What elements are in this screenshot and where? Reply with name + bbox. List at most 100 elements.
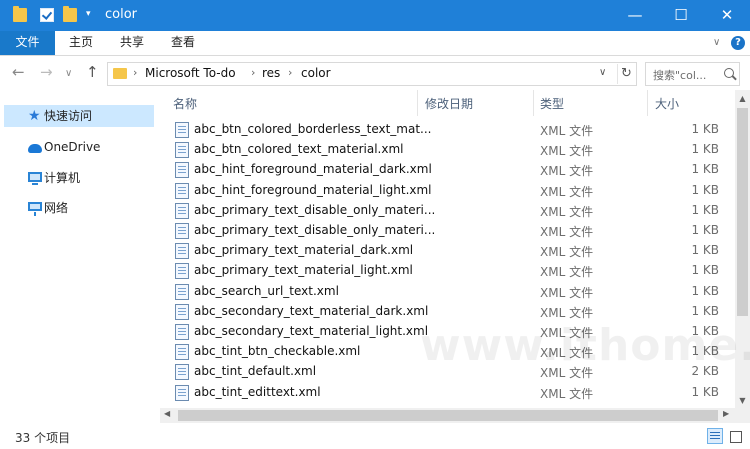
nav-item-computer[interactable]: 计算机 [4, 167, 154, 189]
tab-view[interactable]: 查看 [157, 31, 209, 55]
vertical-scroll-thumb[interactable] [737, 108, 748, 316]
address-bar[interactable]: › Microsoft To-do › res › color ∨ ↻ [107, 62, 637, 86]
breadcrumb-color[interactable]: color [301, 66, 331, 80]
file-name: abc_tint_btn_checkable.xml [194, 344, 361, 359]
xml-file-icon [175, 384, 189, 401]
tab-home[interactable]: 主页 [55, 31, 107, 55]
minimize-button[interactable]: — [612, 0, 658, 31]
column-divider[interactable] [533, 90, 534, 116]
details-view-icon[interactable] [707, 428, 723, 444]
nav-item-quick-access[interactable]: ★ 快速访问 [4, 105, 154, 127]
folder-icon [113, 68, 127, 79]
window-title: color [105, 7, 138, 22]
file-type: XML 文件 [540, 265, 594, 280]
file-name: abc_tint_edittext.xml [194, 384, 321, 399]
properties-icon[interactable] [40, 8, 54, 22]
file-type: XML 文件 [540, 204, 594, 219]
file-row[interactable]: abc_btn_colored_borderless_text_mat... XM… [163, 120, 735, 140]
xml-file-icon [175, 162, 189, 179]
file-row[interactable]: abc_primary_text_disable_only_materi... X… [163, 221, 735, 241]
file-row[interactable]: abc_tint_default.xml XML 文件 2 KB [163, 362, 735, 382]
file-row[interactable]: abc_secondary_text_material_dark.xml XML … [163, 302, 735, 322]
nav-item-network[interactable]: 网络 [4, 197, 154, 219]
file-row[interactable]: abc_hint_foreground_material_light.xml XM… [163, 181, 735, 201]
large-icons-view-icon[interactable] [727, 428, 743, 444]
folder-icon[interactable] [13, 6, 27, 22]
xml-file-icon [175, 223, 189, 239]
nav-item-label: OneDrive [44, 140, 101, 154]
up-button[interactable]: ↑ [86, 64, 99, 80]
file-row[interactable]: abc_search_url_text.xml XML 文件 1 KB [163, 282, 735, 302]
new-folder-icon[interactable] [63, 6, 77, 22]
file-size: 1 KB [691, 243, 719, 258]
file-row[interactable]: abc_hint_foreground_material_dark.xml XML… [163, 160, 735, 180]
xml-file-icon [175, 303, 189, 320]
tab-file[interactable]: 文件 [0, 31, 55, 55]
file-row[interactable]: abc_primary_text_material_dark.xml XML 文件… [163, 241, 735, 261]
column-name[interactable]: 名称 [173, 95, 197, 112]
column-divider[interactable] [417, 90, 418, 116]
file-size: 1 KB [691, 142, 719, 157]
column-header-row: ^ 名称 修改日期 类型 大小 [163, 90, 735, 116]
vertical-scrollbar[interactable]: ▲ ▼ [735, 90, 750, 420]
expand-ribbon-icon[interactable]: ∨ [713, 37, 720, 48]
column-type[interactable]: 类型 [540, 95, 564, 112]
scroll-down-icon[interactable]: ▼ [735, 396, 750, 405]
close-button[interactable]: ✕ [704, 0, 750, 31]
horizontal-scroll-thumb[interactable] [178, 410, 718, 421]
xml-file-icon [175, 324, 189, 340]
recent-locations-button[interactable]: ∨ [65, 66, 72, 82]
breadcrumb-res[interactable]: res [262, 66, 280, 80]
file-size: 2 KB [691, 364, 719, 379]
sort-ascending-icon: ^ [289, 90, 297, 96]
search-input[interactable]: 搜索"col... [645, 62, 740, 86]
nav-item-onedrive[interactable]: OneDrive [4, 136, 154, 158]
file-name: abc_primary_text_material_dark.xml [194, 243, 414, 258]
file-row[interactable]: abc_btn_colored_text_material.xml XML 文件 1… [163, 140, 735, 160]
maximize-button[interactable]: ☐ [658, 0, 704, 31]
file-type: XML 文件 [540, 285, 594, 300]
file-size: 1 KB [691, 202, 719, 217]
nav-item-label: 网络 [44, 201, 69, 215]
scroll-left-icon[interactable]: ◀ [164, 409, 170, 418]
star-icon: ★ [28, 108, 41, 124]
status-bar: 33 个项目 [0, 423, 750, 449]
help-icon[interactable]: ? [731, 36, 745, 50]
back-button[interactable]: ← [12, 64, 25, 80]
xml-file-icon [175, 142, 189, 159]
file-type: XML 文件 [540, 225, 594, 239]
file-row[interactable]: abc_primary_text_disable_only_materi... X… [163, 201, 735, 221]
scrollbar-corner [735, 408, 750, 423]
xml-file-icon [175, 202, 189, 219]
breadcrumb-microsoft-todo[interactable]: Microsoft To-do [145, 66, 236, 80]
forward-button[interactable]: → [40, 64, 53, 80]
file-type: XML 文件 [540, 326, 594, 340]
refresh-button[interactable]: ↻ [617, 64, 635, 84]
nav-item-label: 计算机 [44, 171, 81, 185]
xml-file-icon [175, 243, 189, 260]
xml-file-icon [175, 182, 189, 199]
file-size: 1 KB [691, 223, 719, 237]
file-name: abc_primary_text_material_light.xml [194, 263, 413, 278]
file-size: 1 KB [691, 344, 719, 359]
file-row[interactable]: abc_primary_text_material_light.xml XML 文… [163, 261, 735, 281]
column-divider[interactable] [647, 90, 648, 116]
file-name: abc_hint_foreground_material_dark.xml [194, 162, 432, 177]
address-dropdown-icon[interactable]: ∨ [599, 67, 606, 78]
file-name: abc_secondary_text_material_light.xml [194, 324, 429, 338]
column-size[interactable]: 大小 [655, 95, 679, 112]
file-size: 1 KB [691, 162, 719, 177]
file-name: abc_btn_colored_text_material.xml [194, 142, 404, 157]
customize-toolbar-icon[interactable]: ▾ [86, 9, 94, 19]
file-row[interactable]: abc_secondary_text_material_light.xml XML… [163, 322, 735, 342]
file-row[interactable]: abc_tint_edittext.xml XML 文件 1 KB [163, 383, 735, 403]
xml-file-icon [175, 283, 189, 300]
file-type: XML 文件 [540, 346, 594, 361]
column-modified-date[interactable]: 修改日期 [425, 95, 473, 112]
scroll-up-icon[interactable]: ▲ [735, 94, 750, 103]
scroll-right-icon[interactable]: ▶ [723, 409, 729, 418]
tab-share[interactable]: 共享 [107, 31, 157, 55]
file-row[interactable]: abc_tint_btn_checkable.xml XML 文件 1 KB [163, 342, 735, 362]
horizontal-scrollbar[interactable]: ◀ ▶ [160, 408, 735, 423]
search-placeholder: 搜索"col... [653, 69, 707, 82]
